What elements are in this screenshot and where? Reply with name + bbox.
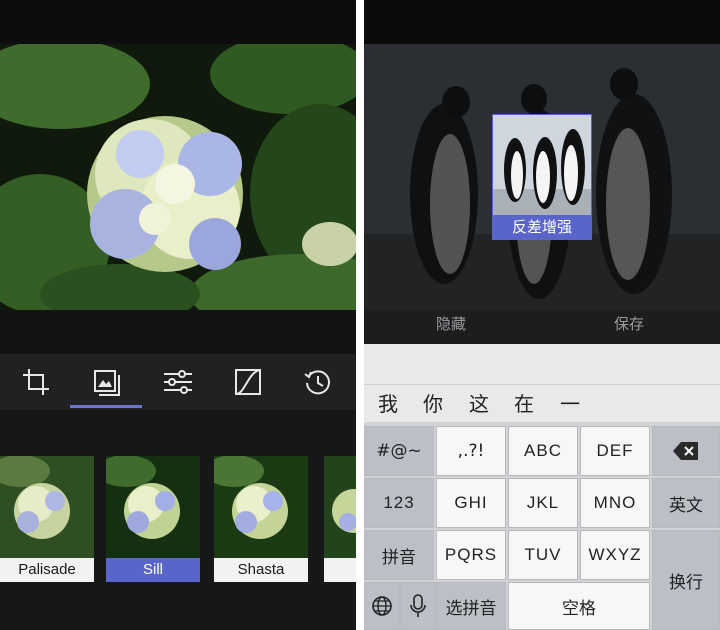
key-mno[interactable]: MNO — [580, 478, 650, 528]
divider — [364, 384, 720, 385]
chinese-keyboard: 我 你 这 在 一 #@~ ,.?! ABC DEF 123 GHI JKL M… — [364, 344, 720, 630]
filters-tool[interactable] — [86, 362, 126, 402]
crop-tool[interactable] — [16, 362, 56, 402]
filters-icon — [94, 370, 120, 396]
microphone-key[interactable] — [400, 582, 436, 630]
key-wxyz[interactable]: WXYZ — [580, 530, 650, 580]
newline-key[interactable]: 换行 — [652, 530, 720, 630]
filter-card-palisade[interactable]: Palisade — [0, 456, 94, 582]
curves-icon — [235, 369, 261, 395]
filter-preview-screen: 反差增强 隐藏 保存 我 你 这 在 一 #@~ ,.?! ABC DEF 12… — [364, 0, 720, 630]
top-bar — [0, 0, 356, 44]
photo-canvas[interactable] — [0, 44, 356, 310]
filter-label: Palisade — [0, 558, 94, 582]
save-button[interactable]: 保存 — [614, 310, 644, 344]
editor-spacer — [0, 310, 356, 354]
filter-label: Sill — [106, 558, 200, 582]
curves-tool[interactable] — [228, 362, 268, 402]
filter-name-label: 反差增强 — [493, 215, 591, 239]
key-jkl[interactable]: JKL — [508, 478, 578, 528]
selected-tool-indicator — [70, 405, 142, 408]
numbers-key[interactable]: 123 — [364, 478, 434, 528]
filter-card-sill[interactable]: Sill — [106, 456, 200, 582]
space-key[interactable]: 空格 — [508, 582, 650, 630]
filter-card-partial[interactable] — [324, 456, 356, 582]
key-abc[interactable]: ABC — [508, 426, 578, 476]
pick-pinyin-key[interactable]: 选拼音 — [436, 582, 506, 630]
tool-bar — [0, 354, 356, 410]
adjust-tool[interactable] — [158, 362, 198, 402]
microphone-icon — [410, 594, 426, 617]
hydrangea-photo — [0, 44, 356, 310]
candidate-word[interactable]: 这 — [469, 392, 489, 416]
action-bar: 隐藏 保存 — [364, 310, 720, 344]
filter-label: Shasta — [214, 558, 308, 582]
candidate-word[interactable]: 我 — [378, 392, 398, 416]
history-tool[interactable] — [298, 362, 338, 402]
filter-thumbnail — [106, 456, 200, 558]
penguins-thumbnail — [493, 115, 591, 215]
history-icon — [304, 370, 330, 395]
candidate-bar: 我 你 这 在 一 — [364, 344, 720, 422]
globe-key[interactable] — [364, 582, 400, 630]
english-key[interactable]: 英文 — [652, 478, 720, 528]
top-bar — [364, 0, 720, 44]
photo-editor-screen: Palisade Sill Shasta — [0, 0, 356, 630]
backspace-key[interactable] — [652, 426, 720, 476]
filter-thumbnail — [0, 456, 94, 558]
pinyin-key[interactable]: 拼音 — [364, 530, 434, 580]
sliders-icon — [164, 370, 192, 394]
filter-thumbnail — [214, 456, 308, 558]
filter-label — [324, 558, 356, 582]
symbols-key[interactable]: #@~ — [364, 426, 434, 476]
candidate-word[interactable]: 一 — [560, 392, 580, 416]
crop-icon — [23, 369, 49, 395]
punctuation-key[interactable]: ,.?! — [436, 426, 506, 476]
key-tuv[interactable]: TUV — [508, 530, 578, 580]
key-ghi[interactable]: GHI — [436, 478, 506, 528]
key-pqrs[interactable]: PQRS — [436, 530, 506, 580]
candidate-word[interactable]: 你 — [423, 392, 443, 416]
contrast-filter-preview[interactable]: 反差增强 — [492, 114, 592, 240]
hide-button[interactable]: 隐藏 — [436, 310, 466, 344]
filter-thumbnail — [324, 456, 356, 558]
globe-icon — [372, 596, 392, 616]
filter-card-shasta[interactable]: Shasta — [214, 456, 308, 582]
backspace-icon — [673, 442, 698, 460]
key-def[interactable]: DEF — [580, 426, 650, 476]
candidate-word[interactable]: 在 — [514, 392, 534, 416]
